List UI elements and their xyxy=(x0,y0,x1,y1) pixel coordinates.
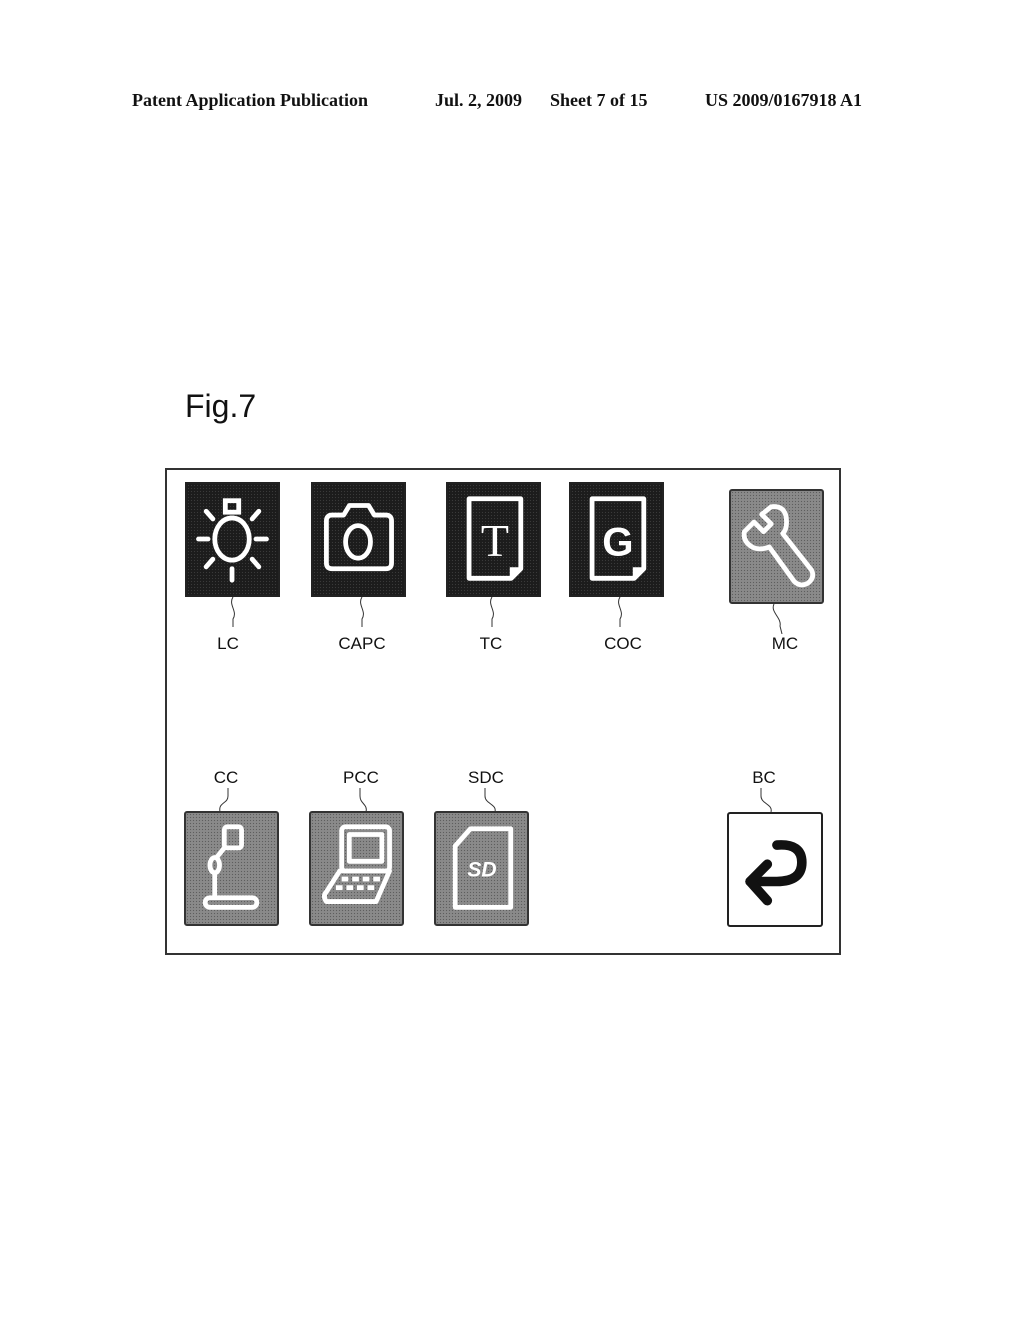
wrench-icon xyxy=(741,504,816,588)
sd-card-icon: SD xyxy=(452,826,514,910)
camera-control-button[interactable] xyxy=(311,482,406,597)
publication-label: Patent Application Publication xyxy=(132,90,369,110)
camera-icon xyxy=(324,503,394,572)
publication-date: Jul. 2, 2009 xyxy=(435,90,523,110)
svg-text:SD: SD xyxy=(467,859,496,882)
color-capture-button[interactable]: G xyxy=(569,482,664,597)
svg-text:T: T xyxy=(481,515,509,566)
svg-text:G: G xyxy=(602,519,633,564)
bc-label: BC xyxy=(752,768,776,787)
patent-number: US 2009/0167918 A1 xyxy=(705,90,863,110)
computer-icon xyxy=(322,824,392,904)
back-arrow-icon xyxy=(745,840,807,906)
lc-label: LC xyxy=(217,634,239,653)
sheet-number: Sheet 7 of 15 xyxy=(550,90,648,110)
sd-card-button[interactable]: SD xyxy=(434,811,529,926)
lc-leader-line xyxy=(231,597,235,627)
capc-label: CAPC xyxy=(338,634,386,653)
pc-connect-button[interactable] xyxy=(309,811,404,926)
graphic-document-icon: G xyxy=(589,496,647,581)
cc-label: CC xyxy=(213,768,239,787)
mc-leader-line xyxy=(772,604,783,634)
pcc-label: PCC xyxy=(343,768,379,787)
mc-label: MC xyxy=(771,634,799,653)
coc-label: COC xyxy=(604,634,642,653)
light-bulb-icon xyxy=(196,498,269,583)
text-capture-button[interactable]: T xyxy=(446,482,541,597)
coc-leader-line xyxy=(618,597,622,627)
light-control-button[interactable] xyxy=(185,482,280,597)
tc-label: TC xyxy=(479,634,503,653)
capc-leader-line xyxy=(360,597,364,627)
sdc-label: SDC xyxy=(468,768,504,787)
document-camera-icon xyxy=(202,824,260,910)
camera-connect-button[interactable] xyxy=(184,811,279,926)
text-document-icon: T xyxy=(466,496,524,581)
back-button[interactable] xyxy=(727,812,823,927)
tc-leader-line xyxy=(490,597,494,627)
maintenance-button[interactable] xyxy=(729,489,824,604)
figure-title: Fig.7 xyxy=(185,388,257,424)
